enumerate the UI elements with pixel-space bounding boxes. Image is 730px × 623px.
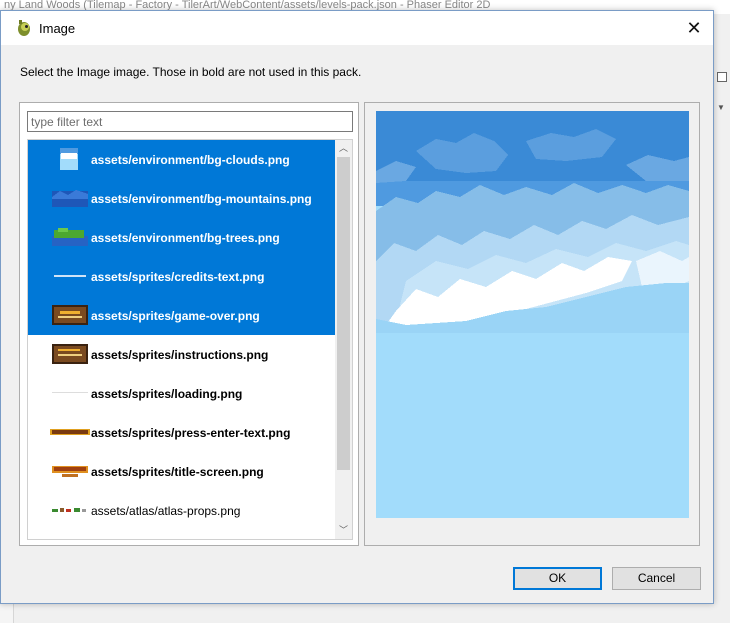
list-item[interactable]: assets/sprites/title-screen.png [28,452,335,491]
list-item-label: assets/sprites/title-screen.png [91,464,264,479]
bg-trees-thumbnail-icon [50,226,90,248]
list-item-label: assets/sprites/instructions.png [91,347,269,362]
atlas-props-thumbnail-icon [50,499,90,521]
list-item-label: assets/sprites/game-over.png [91,308,260,323]
list-item[interactable]: assets/environment/bg-clouds.png [28,140,335,179]
list-item-label: assets/environment/bg-mountains.png [91,191,312,206]
list-item-label: assets/environment/bg-clouds.png [91,152,290,167]
list-item[interactable]: assets/sprites/loading.png [28,374,335,413]
image-list[interactable]: assets/environment/bg-clouds.png assets/e… [27,139,353,540]
press-enter-text-thumbnail-icon [50,421,90,443]
list-item[interactable]: assets/sprites/instructions.png [28,335,335,374]
credits-text-thumbnail-icon [50,265,90,287]
phaser-editor-icon [18,20,30,36]
atlas-partial-thumbnail-icon [50,538,90,539]
list-item-label: assets/sprites/press-enter-text.png [91,425,291,440]
list-item-label: assets/environment/bg-trees.png [91,230,280,245]
list-item[interactable]: assets/environment/bg-trees.png [28,218,335,257]
list-item[interactable]: assets/environment/bg-mountains.png [28,179,335,218]
scroll-up-arrow-icon[interactable]: ︿ [335,140,352,157]
list-item[interactable] [28,530,335,539]
scrollbar-thumb[interactable] [337,157,350,470]
list-item[interactable]: assets/sprites/press-enter-text.png [28,413,335,452]
bg-mountains-thumbnail-icon [50,187,90,209]
title-screen-thumbnail-icon [50,460,90,482]
bg-clouds-preview-image [376,111,689,518]
game-over-thumbnail-icon [50,304,90,326]
maximize-icon [717,72,727,82]
image-list-panel: assets/environment/bg-clouds.png assets/e… [19,102,359,546]
list-item[interactable]: assets/sprites/credits-text.png [28,257,335,296]
image-list-rows: assets/environment/bg-clouds.png assets/e… [28,140,335,539]
list-item-label: assets/sprites/credits-text.png [91,269,265,284]
scroll-down-arrow-icon[interactable]: ﹀ [335,522,352,539]
vertical-scrollbar[interactable]: ︿ ﹀ [335,140,352,539]
instructions-thumbnail-icon [50,343,90,365]
image-preview-panel [364,102,700,546]
dialog-titlebar: Image ✕ [1,11,713,45]
instruction-text: Select the Image image. Those in bold ar… [20,65,362,79]
bg-clouds-thumbnail-icon [50,148,90,170]
list-item-label: assets/atlas/atlas-props.png [91,503,241,518]
list-item[interactable]: assets/atlas/atlas-props.png [28,491,335,530]
image-dialog: Image ✕ Select the Image image. Those in… [0,10,714,604]
dropdown-icon: ▼ [717,103,725,112]
ok-button[interactable]: OK [513,567,602,590]
filter-input[interactable] [27,111,353,132]
loading-thumbnail-icon [50,382,90,404]
close-button[interactable]: ✕ [681,17,707,39]
dialog-title: Image [39,21,76,36]
list-item-label: assets/sprites/loading.png [91,386,243,401]
cancel-button[interactable]: Cancel [612,567,701,590]
background-right-panel: ▼ [714,14,730,623]
list-item[interactable]: assets/sprites/game-over.png [28,296,335,335]
